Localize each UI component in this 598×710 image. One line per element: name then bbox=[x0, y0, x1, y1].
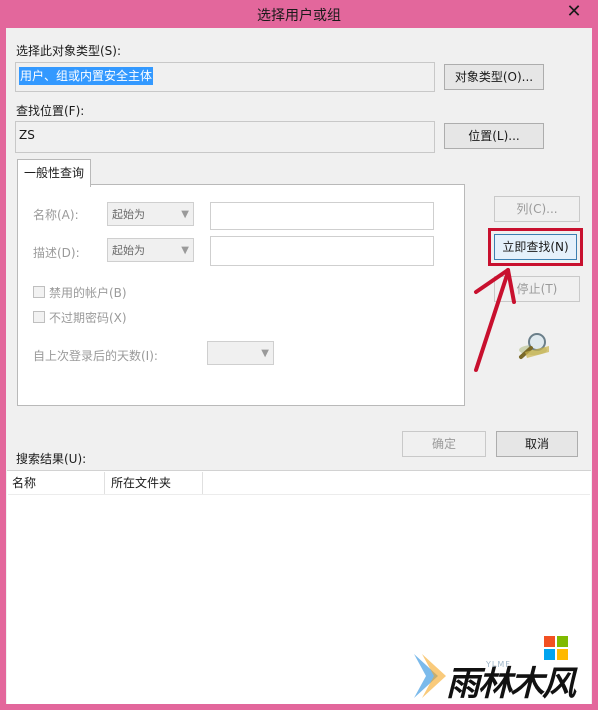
ok-button[interactable]: 确定 bbox=[402, 431, 486, 457]
header-separator bbox=[8, 494, 590, 495]
close-icon[interactable]: ✕ bbox=[556, 0, 592, 24]
watermark-logo-icon bbox=[414, 654, 446, 698]
watermark-subtext: YLMF bbox=[486, 660, 511, 669]
location-field: ZS bbox=[15, 121, 435, 153]
window-title: 选择用户或组 bbox=[257, 8, 341, 24]
non-expiring-password-label: 不过期密码(X) bbox=[49, 311, 127, 325]
name-mode-value: 起始为 bbox=[112, 208, 145, 221]
column-header-folder[interactable]: 所在文件夹 bbox=[111, 472, 171, 494]
description-label: 描述(D): bbox=[33, 246, 80, 260]
column-header-name[interactable]: 名称 bbox=[12, 472, 36, 494]
non-expiring-password-checkbox[interactable] bbox=[33, 311, 45, 323]
description-mode-value: 起始为 bbox=[112, 244, 145, 257]
object-type-field: 用户、组或内置安全主体 bbox=[15, 62, 435, 92]
name-label: 名称(A): bbox=[33, 208, 79, 222]
object-type-label: 选择此对象类型(S): bbox=[16, 44, 122, 58]
chevron-down-icon: ▼ bbox=[181, 209, 189, 220]
disabled-accounts-label: 禁用的帐户(B) bbox=[49, 286, 127, 300]
chevron-down-icon: ▼ bbox=[261, 348, 269, 359]
columns-button[interactable]: 列(C)... bbox=[494, 196, 580, 222]
chevron-down-icon: ▼ bbox=[181, 245, 189, 256]
arrow-annotation bbox=[474, 268, 516, 372]
locations-button[interactable]: 位置(L)... bbox=[444, 123, 544, 149]
location-value: ZS bbox=[19, 128, 35, 142]
find-now-button[interactable]: 立即查找(N) bbox=[494, 234, 577, 260]
description-input[interactable] bbox=[210, 236, 434, 266]
description-mode-select[interactable]: 起始为 ▼ bbox=[107, 238, 194, 262]
cancel-button[interactable]: 取消 bbox=[496, 431, 578, 457]
column-divider bbox=[104, 472, 105, 494]
search-results-label: 搜索结果(U): bbox=[16, 452, 87, 466]
column-divider bbox=[202, 472, 203, 494]
location-label: 查找位置(F): bbox=[16, 104, 85, 118]
days-since-logon-label: 自上次登录后的天数(I): bbox=[33, 349, 158, 363]
name-input[interactable] bbox=[210, 202, 434, 230]
disabled-accounts-checkbox[interactable] bbox=[33, 286, 45, 298]
name-mode-select[interactable]: 起始为 ▼ bbox=[107, 202, 194, 226]
tab-general-query[interactable]: 一般性查询 bbox=[17, 159, 91, 187]
days-since-logon-select[interactable]: ▼ bbox=[207, 341, 274, 365]
object-types-button[interactable]: 对象类型(O)... bbox=[444, 64, 544, 90]
object-type-value: 用户、组或内置安全主体 bbox=[19, 67, 154, 85]
